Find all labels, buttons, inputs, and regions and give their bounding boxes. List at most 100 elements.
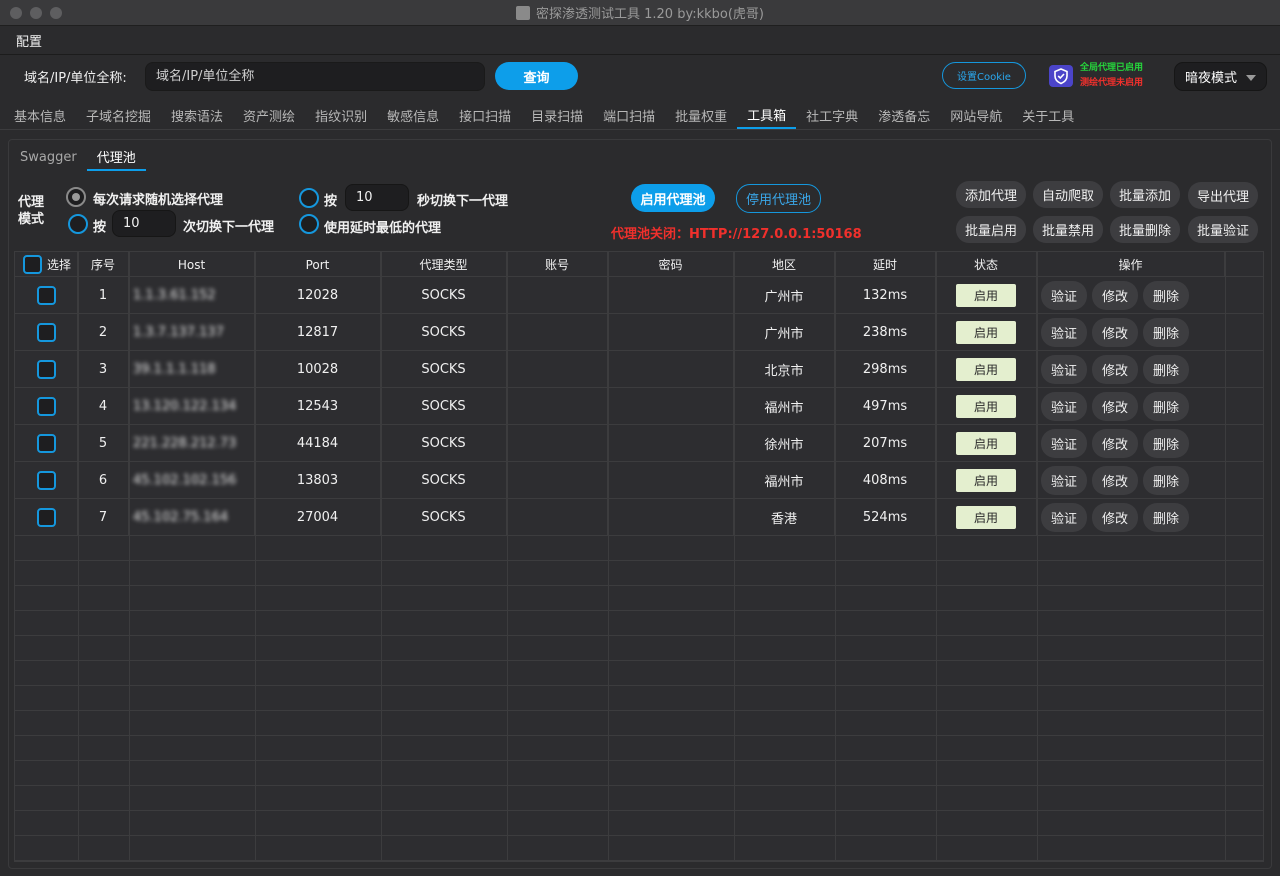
delete-button[interactable]: 删除 — [1143, 392, 1189, 421]
row-checkbox[interactable] — [36, 434, 56, 453]
cell-port: 12817 — [255, 314, 381, 351]
edit-button[interactable]: 修改 — [1092, 466, 1138, 495]
by-count-input[interactable]: 10 — [112, 210, 176, 237]
set-cookie-button[interactable]: 设置Cookie — [942, 62, 1026, 89]
state-toggle-button[interactable]: 启用 — [956, 506, 1016, 529]
edit-button[interactable]: 修改 — [1092, 355, 1138, 384]
edit-button[interactable]: 修改 — [1092, 503, 1138, 532]
export-proxy-button[interactable]: 导出代理 — [1188, 182, 1258, 209]
subtab-0[interactable]: Swagger — [10, 143, 87, 171]
edit-button[interactable]: 修改 — [1092, 392, 1138, 421]
delete-button[interactable]: 删除 — [1143, 355, 1189, 384]
header-password: 密码 — [608, 252, 734, 277]
table-row: 4 13.120.122.134 12543 SOCKS 福州市 497ms 启用 验证 修改删… — [15, 388, 1263, 425]
minimize-window-button[interactable] — [30, 7, 42, 19]
row-checkbox[interactable] — [36, 286, 56, 305]
cell-latency: 238ms — [835, 314, 936, 351]
tab-5[interactable]: 敏感信息 — [377, 101, 449, 129]
tab-11[interactable]: 社工字典 — [796, 101, 868, 129]
row-checkbox[interactable] — [36, 397, 56, 416]
edit-button[interactable]: 修改 — [1092, 281, 1138, 310]
header-state: 状态 — [936, 252, 1037, 277]
batch-enable-button[interactable]: 批量启用 — [956, 216, 1026, 243]
tab-14[interactable]: 关于工具 — [1012, 101, 1084, 129]
disable-pool-button[interactable]: 停用代理池 — [736, 184, 821, 213]
empty-table-row — [15, 761, 1263, 786]
delete-button[interactable]: 删除 — [1143, 466, 1189, 495]
row-checkbox[interactable] — [36, 323, 56, 342]
add-proxy-button[interactable]: 添加代理 — [956, 181, 1026, 208]
row-checkbox[interactable] — [36, 508, 56, 527]
tab-13[interactable]: 网站导航 — [940, 101, 1012, 129]
cell-latency-text: 298ms — [862, 362, 908, 377]
batch-disable-button[interactable]: 批量禁用 — [1033, 216, 1103, 243]
radio-by-time[interactable] — [299, 188, 319, 208]
cell-region: 徐州市 — [734, 425, 835, 462]
tab-10[interactable]: 工具箱 — [737, 101, 797, 129]
cell-password — [608, 462, 734, 499]
menu-config[interactable]: 配置 — [16, 31, 42, 50]
auto-crawl-button[interactable]: 自动爬取 — [1033, 181, 1103, 208]
select-all-checkbox[interactable] — [23, 255, 42, 274]
verify-button[interactable]: 验证 — [1041, 318, 1087, 347]
state-toggle-button[interactable]: 启用 — [956, 432, 1016, 455]
close-window-button[interactable] — [10, 7, 22, 19]
delete-button[interactable]: 删除 — [1143, 318, 1189, 347]
cell-type-text: SOCKS — [421, 288, 466, 303]
query-button[interactable]: 查询 — [495, 62, 578, 90]
delete-button[interactable]: 删除 — [1143, 429, 1189, 458]
batch-add-button[interactable]: 批量添加 — [1110, 181, 1180, 208]
verify-button[interactable]: 验证 — [1041, 392, 1087, 421]
tab-6[interactable]: 接口扫描 — [449, 101, 521, 129]
radio-lowest-latency[interactable] — [299, 214, 319, 234]
theme-select[interactable]: 暗夜模式 — [1174, 62, 1267, 91]
by-time-input[interactable]: 10 — [345, 184, 409, 211]
cell-port: 12028 — [255, 277, 381, 314]
edit-button[interactable]: 修改 — [1092, 318, 1138, 347]
tab-4[interactable]: 指纹识别 — [305, 101, 377, 129]
cell-port: 10028 — [255, 351, 381, 388]
empty-table-row — [15, 611, 1263, 636]
cell-state: 启用 — [936, 277, 1037, 314]
batch-delete-button[interactable]: 批量删除 — [1110, 216, 1180, 243]
verify-button[interactable]: 验证 — [1041, 429, 1087, 458]
subtab-1[interactable]: 代理池 — [86, 143, 146, 171]
radio-random-proxy[interactable] — [66, 187, 86, 207]
cell-host-text: 45.102.102.156 — [133, 473, 237, 488]
tab-8[interactable]: 端口扫描 — [593, 101, 665, 129]
delete-button[interactable]: 删除 — [1143, 281, 1189, 310]
column-divider — [835, 252, 836, 861]
query-label: 域名/IP/单位全称: — [24, 71, 127, 86]
edit-button[interactable]: 修改 — [1092, 429, 1138, 458]
empty-table-row — [15, 786, 1263, 811]
query-input[interactable] — [145, 62, 485, 91]
tab-12[interactable]: 渗透备忘 — [868, 101, 940, 129]
row-checkbox[interactable] — [36, 360, 56, 379]
pool-status-text: 代理池关闭：HTTP://127.0.0.1:50168 — [611, 227, 862, 242]
state-toggle-button[interactable]: 启用 — [956, 395, 1016, 418]
verify-button[interactable]: 验证 — [1041, 281, 1087, 310]
row-checkbox[interactable] — [36, 471, 56, 490]
chevron-down-icon — [1246, 75, 1256, 81]
enable-pool-button[interactable]: 启用代理池 — [631, 184, 715, 212]
tab-0[interactable]: 基本信息 — [4, 101, 76, 129]
tab-2[interactable]: 搜索语法 — [161, 101, 233, 129]
state-toggle-button[interactable]: 启用 — [956, 321, 1016, 344]
state-toggle-button[interactable]: 启用 — [956, 358, 1016, 381]
tab-9[interactable]: 批量权重 — [665, 101, 737, 129]
tab-1[interactable]: 子域名挖掘 — [76, 101, 161, 129]
radio-by-count[interactable] — [68, 214, 88, 234]
verify-button[interactable]: 验证 — [1041, 355, 1087, 384]
state-toggle-button[interactable]: 启用 — [956, 284, 1016, 307]
proxy-mode-label: 代理 模式 — [18, 194, 44, 228]
verify-button[interactable]: 验证 — [1041, 466, 1087, 495]
verify-button[interactable]: 验证 — [1041, 503, 1087, 532]
cell-latency: 524ms — [835, 499, 936, 536]
maximize-window-button[interactable] — [50, 7, 62, 19]
tab-7[interactable]: 目录扫描 — [521, 101, 593, 129]
tab-3[interactable]: 资产测绘 — [233, 101, 305, 129]
batch-verify-button[interactable]: 批量验证 — [1188, 216, 1258, 243]
delete-button[interactable]: 删除 — [1143, 503, 1189, 532]
state-toggle-button[interactable]: 启用 — [956, 469, 1016, 492]
cell-region-text: 广州市 — [764, 327, 804, 342]
